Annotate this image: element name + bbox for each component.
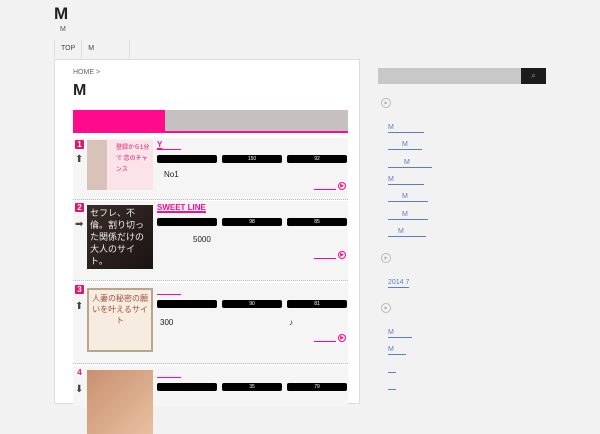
nav-top[interactable]: TOP (55, 40, 83, 58)
item-description: 5000 (193, 235, 211, 244)
ranking-item: 4 ⬇ 35 79 (73, 366, 348, 434)
site-banner[interactable]: 登録から1分で 恋のチャンス (87, 140, 153, 190)
play-icon: ▶ (338, 182, 346, 190)
site-banner[interactable]: 人妻の秘密の願いを叶えるサイト (87, 288, 153, 352)
ranking-item: 2 ➡ セフレ、不倫。割り切った関係だけの大人のサイト。 SWEET LINE … (73, 201, 348, 281)
breadcrumb[interactable]: HOME > (73, 69, 100, 76)
stat: 79 (287, 383, 347, 391)
stat: 98 (222, 218, 282, 226)
widget-heading-icon: ▶ (381, 98, 391, 108)
site-name-link[interactable]: SWEET LINE (157, 203, 206, 213)
stat: 35 (222, 383, 282, 391)
stat (157, 300, 217, 308)
rank-badge: 1 (75, 140, 84, 149)
site-name-link[interactable] (157, 285, 181, 295)
site-title[interactable]: M (54, 4, 68, 24)
stats-bars: 35 79 (157, 383, 347, 391)
stat: 85 (287, 218, 347, 226)
stats-bars: 98 85 (157, 218, 347, 226)
ranking-header-bar (73, 110, 348, 133)
stats-bars: 150 92 (157, 155, 347, 163)
sidebar-link[interactable]: M (388, 227, 426, 237)
banner-text: 人妻の秘密の願いを叶えるサイト (92, 294, 148, 325)
play-icon: ▶ (338, 251, 346, 259)
search-icon: ⌕ (531, 71, 536, 80)
item-description: 300 (160, 318, 174, 327)
stat: 90 (222, 300, 282, 308)
sidebar-link[interactable]: M (388, 328, 412, 338)
search-button[interactable]: ⌕ (521, 68, 546, 84)
stats-bars: 90 81 (157, 300, 347, 308)
play-icon: ▶ (338, 334, 346, 342)
page-title: M (73, 82, 87, 99)
more-link[interactable]: ▶ (314, 251, 346, 259)
site-name-link[interactable] (157, 368, 181, 378)
widget-heading-icon: ▶ (381, 303, 391, 313)
nav-m[interactable]: M (82, 40, 131, 58)
site-banner[interactable] (87, 370, 153, 434)
ranking-item: 1 ⬆ 登録から1分で 恋のチャンス Y 150 92 No1 ▶ (73, 138, 348, 200)
ranking-header-accent (73, 110, 165, 131)
stat: 92 (287, 155, 347, 163)
stat (157, 383, 217, 391)
rank-badge: 2 (75, 203, 84, 212)
site-name-link[interactable]: Y (157, 140, 181, 150)
item-description-note: ♪ (289, 318, 293, 327)
more-link[interactable]: ▶ (314, 182, 346, 190)
sidebar-link[interactable]: M (388, 175, 424, 185)
banner-text: 登録から1分で 恋のチャンス (116, 145, 150, 173)
site-description: M (60, 26, 66, 33)
stat (157, 155, 217, 163)
ranking-item: 3 ⬆ 人妻の秘密の願いを叶えるサイト 90 81 300 ♪ ▶ (73, 283, 348, 364)
global-nav: TOP M (54, 40, 131, 58)
rank-badge: 3 (75, 285, 84, 294)
archive-link[interactable]: 2014 7 (388, 278, 410, 288)
trend-right-icon: ➡ (75, 219, 84, 230)
item-description: No1 (164, 170, 179, 179)
widget-heading-icon: ▶ (381, 253, 391, 263)
sidebar-link[interactable] (388, 381, 396, 390)
trend-down-icon: ⬇ (75, 384, 84, 395)
banner-text: セフレ、不倫。割り切った関係だけの大人のサイト。 (90, 209, 145, 267)
trend-up-icon: ⬆ (75, 301, 84, 312)
stat: 150 (222, 155, 282, 163)
sidebar-link[interactable]: M (388, 140, 422, 150)
rank-badge: 4 (77, 368, 82, 377)
more-link[interactable]: ▶ (314, 334, 346, 342)
trend-up-icon: ⬆ (75, 154, 84, 165)
sidebar-link[interactable]: M (388, 158, 432, 168)
site-banner[interactable]: セフレ、不倫。割り切った関係だけの大人のサイト。 (87, 205, 153, 269)
sidebar-link[interactable]: M (388, 210, 428, 220)
sidebar-link[interactable]: M (388, 345, 406, 355)
stat (157, 218, 217, 226)
stat: 81 (287, 300, 347, 308)
sidebar-link[interactable] (388, 364, 396, 373)
sidebar-link[interactable]: M (388, 192, 428, 202)
sidebar-link[interactable]: M (388, 123, 424, 133)
